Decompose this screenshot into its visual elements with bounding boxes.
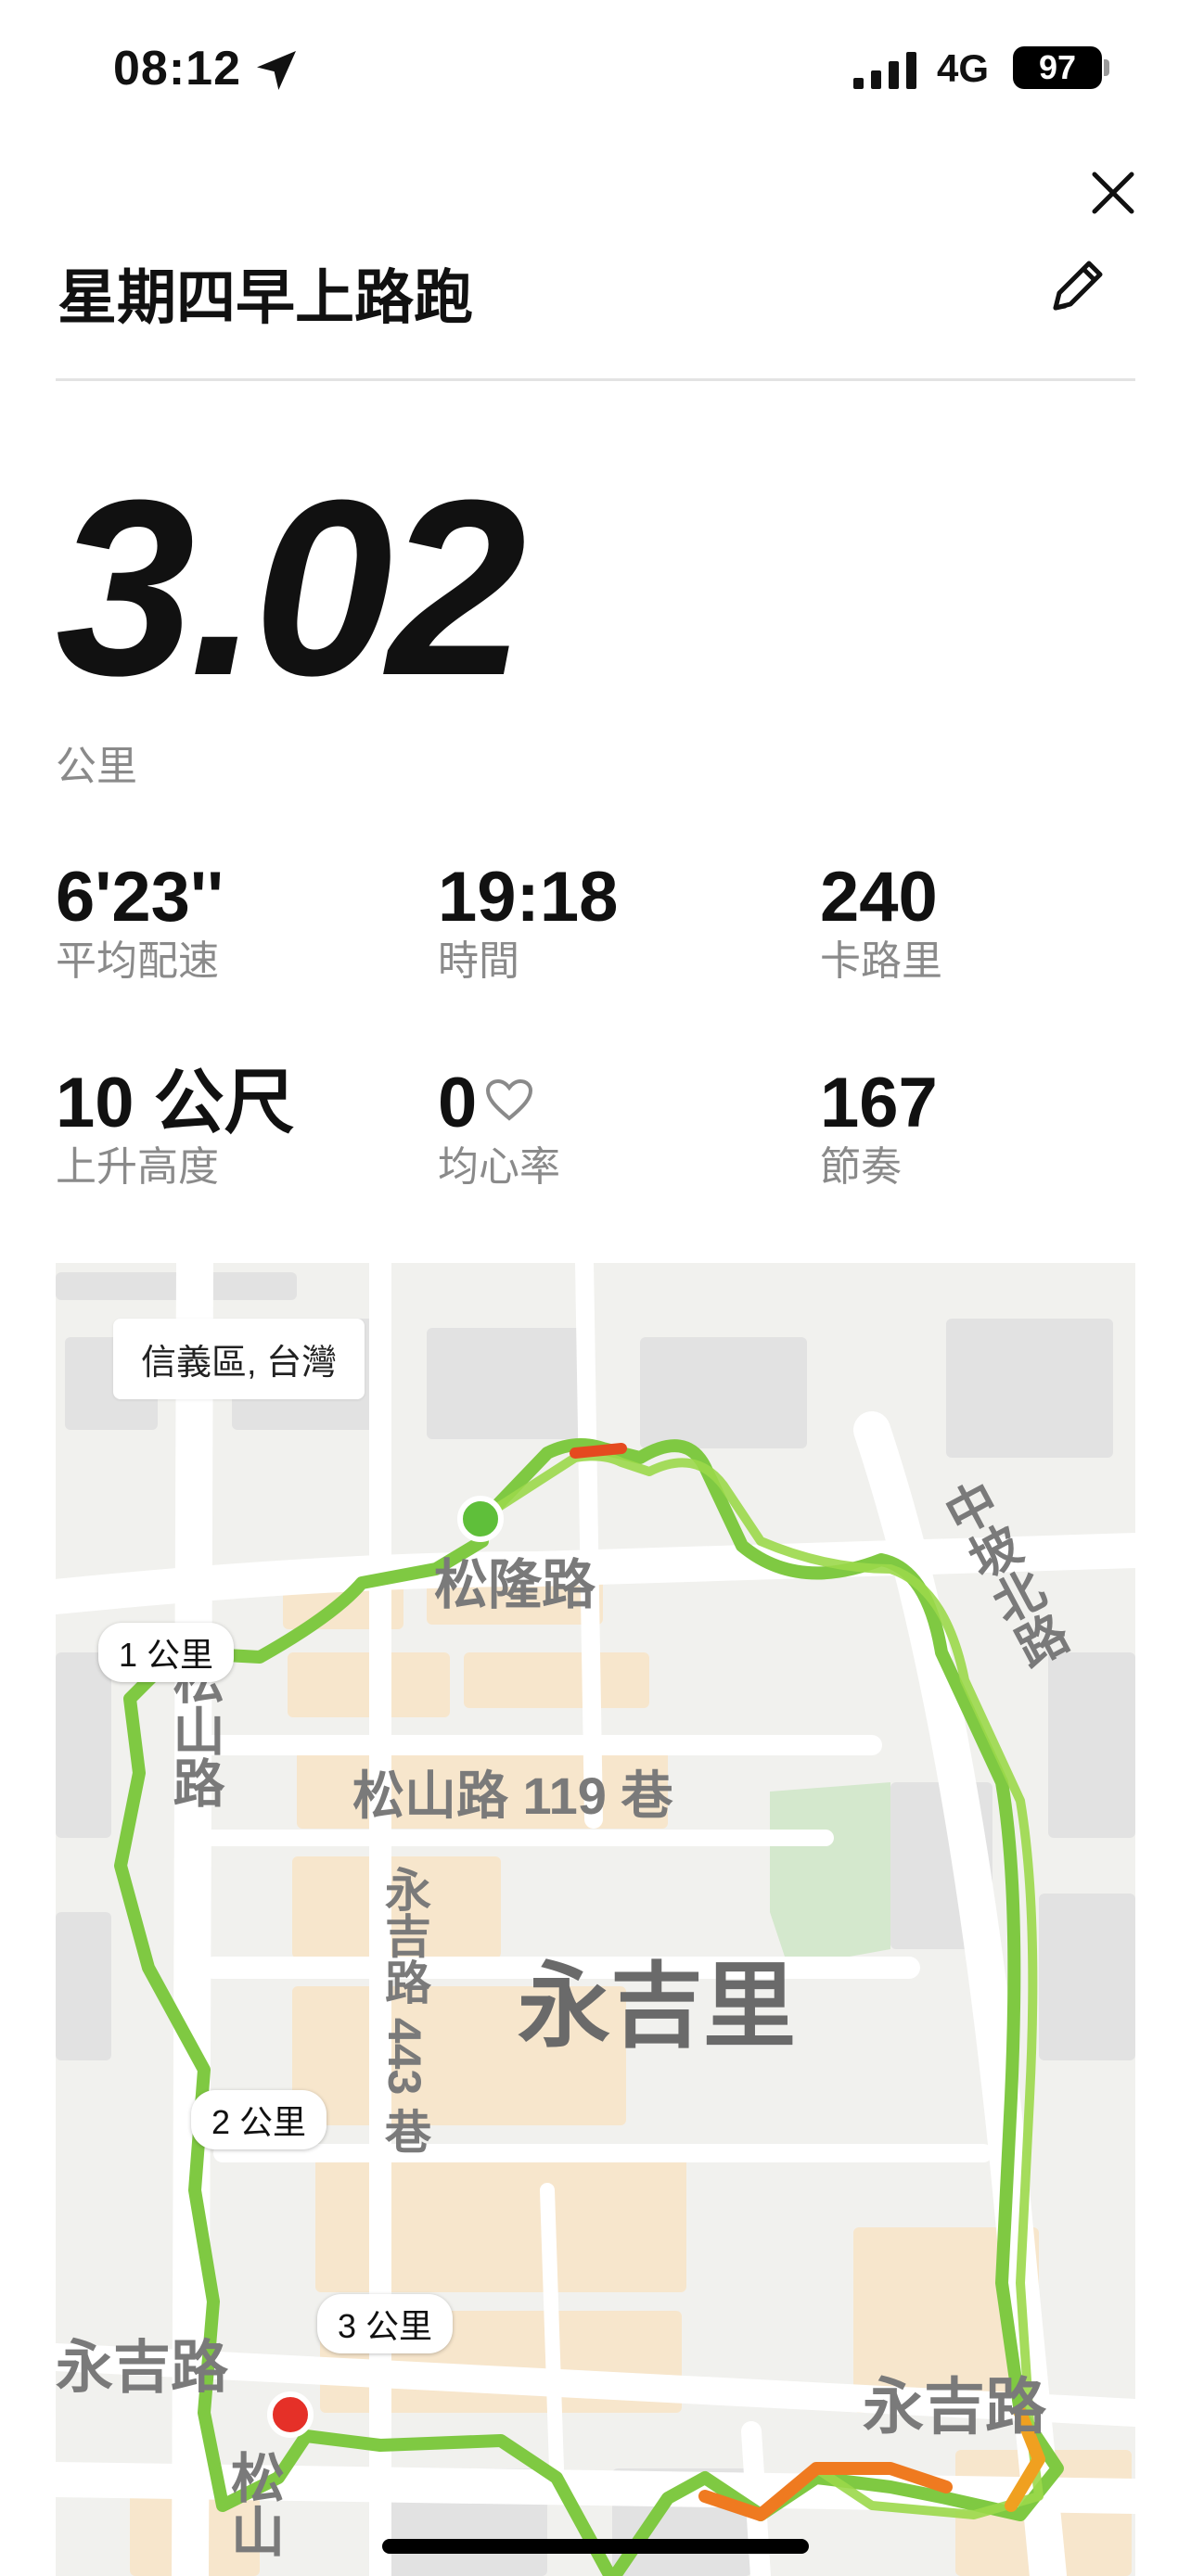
street-label-songshan-bottom: 松山 [223,2450,283,2557]
workout-title: 星期四早上路跑 [58,264,473,331]
street-label-lane119: 松山路 119 巷 [352,1766,673,1825]
heart-rate-label: 均心率 [438,1144,560,1190]
battery-icon: 97 [1013,46,1102,89]
signal-icon [853,52,916,89]
header-divider [56,378,1135,381]
map-region-label: 信義區, 台灣 [113,1319,365,1399]
location-arrow-icon [257,51,296,90]
distance-unit: 公里 [56,744,137,789]
elevation-label: 上升高度 [56,1144,219,1190]
end-marker [267,2391,314,2438]
avg-pace-label: 平均配速 [56,938,219,984]
edit-pencil-icon[interactable] [1043,254,1109,321]
avg-pace-value: 6'23'' [56,858,224,937]
distance-value: 3.02 [56,449,526,728]
cadence-label: 節奏 [820,1144,902,1190]
start-marker [457,1496,504,1542]
km-marker-1: 1 公里 [98,1623,235,1682]
km-marker-2: 2 公里 [191,2090,327,2149]
battery-cap [1104,59,1109,76]
duration-value: 19:18 [438,858,619,937]
duration-label: 時間 [438,938,519,984]
heart-icon [485,1078,533,1121]
street-label-songlong: 松隆路 [434,1555,596,1615]
cadence-value: 167 [820,1064,938,1142]
elevation-value: 10 公尺 [56,1064,295,1142]
calories-value: 240 [820,858,938,937]
calories-label: 卡路里 [820,938,942,984]
home-indicator [382,2539,809,2554]
status-time: 08:12 [113,42,241,96]
route-map[interactable]: 信義區, 台灣 松隆路 松山路 119 巷 永吉里 永吉路 永吉路 松山路 永吉… [56,1263,1135,2576]
km-marker-3: 3 公里 [317,2294,454,2353]
network-type: 4G [937,46,990,90]
district-label: 永吉里 [518,1955,796,2059]
street-label-yongji-right: 永吉路 [863,2372,1046,2441]
street-label-yongji-left: 永吉路 [56,2336,229,2400]
close-icon[interactable] [1087,167,1139,219]
heart-rate-value: 0 [438,1064,478,1142]
street-label-lane443: 永吉路 443 巷 [378,1866,430,2155]
